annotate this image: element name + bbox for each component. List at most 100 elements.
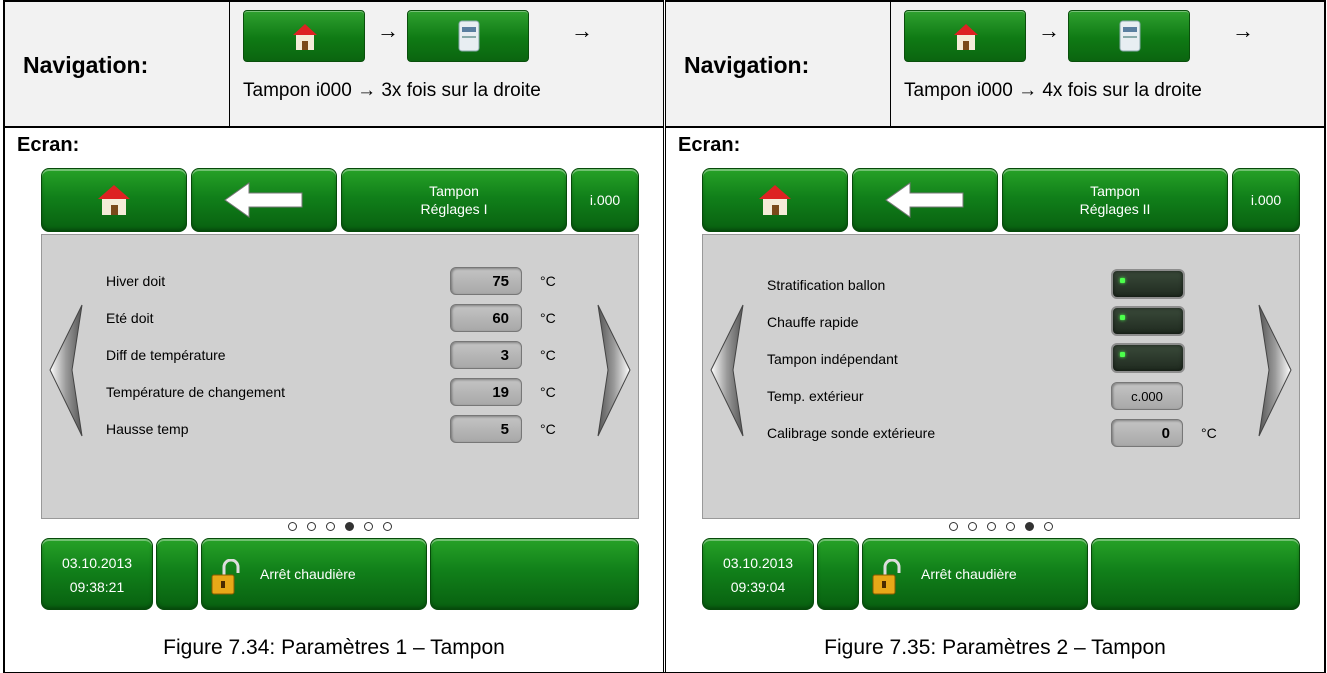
page-dot[interactable] (288, 521, 297, 531)
blank-wide-button[interactable] (430, 538, 639, 610)
setting-unit: °C (540, 347, 556, 363)
time-text: 09:38:21 (69, 579, 125, 595)
navigation-text: Tampon i000 → 3x fois sur la droite (243, 80, 541, 101)
setting-row: Temp. extérieur c.000 (767, 382, 1237, 412)
status-button[interactable]: Arrêt chaudière (201, 538, 427, 610)
setting-value[interactable]: 60 (450, 304, 522, 332)
boiler-nav-button[interactable] (1068, 10, 1190, 62)
toggle-switch[interactable] (1111, 269, 1185, 299)
setting-unit: °C (540, 310, 556, 326)
blank-button[interactable] (156, 538, 198, 610)
setting-unit: °C (1201, 425, 1217, 441)
setting-row: Stratification ballon (767, 269, 1237, 301)
page-dot[interactable] (949, 521, 958, 531)
home-button[interactable] (41, 168, 187, 232)
page-dot[interactable] (383, 521, 392, 531)
navigation-label: Navigation: (5, 2, 230, 128)
setting-label: Hiver doit (106, 273, 166, 289)
unlocked-padlock-icon (872, 559, 901, 595)
setting-label: Chauffe rapide (767, 314, 859, 330)
setting-label: Temp. extérieur (767, 388, 864, 404)
setting-row: Tampon indépendant (767, 343, 1237, 375)
chevron-left-icon[interactable] (707, 303, 747, 438)
ecran-label: Ecran: (678, 134, 741, 156)
setting-value[interactable]: 5 (450, 415, 522, 443)
setting-unit: °C (540, 384, 556, 400)
setting-unit: °C (540, 273, 556, 289)
blank-wide-button[interactable] (1091, 538, 1300, 610)
page-dot[interactable] (987, 521, 996, 531)
navigation-text: Tampon i000 → 4x fois sur la droite (904, 80, 1202, 101)
setting-value[interactable]: 19 (450, 378, 522, 406)
top-bar: Tampon Réglages II i.000 (702, 168, 1300, 234)
boiler-nav-button[interactable] (407, 10, 529, 62)
navigation-row: Navigation: → → Tampon i000 → 4x fois su… (666, 0, 1324, 128)
home-nav-button[interactable] (243, 10, 365, 62)
date-text: 03.10.2013 (61, 555, 133, 571)
chevron-right-icon[interactable] (594, 303, 634, 438)
info-code-button[interactable]: i.000 (1232, 168, 1300, 232)
setting-row: Température de changement 19 °C (106, 378, 576, 408)
setting-label: Tampon indépendant (767, 351, 898, 367)
device-screen: Tampon Réglages I i.000 Hiver doit 75 °C (41, 168, 639, 610)
chevron-left-icon[interactable] (46, 303, 86, 438)
navigation-label: Navigation: (666, 2, 891, 128)
back-button[interactable] (852, 168, 998, 232)
toggle-switch[interactable] (1111, 306, 1185, 336)
page-dot[interactable] (326, 521, 335, 531)
status-text: Arrêt chaudière (921, 566, 1017, 582)
page-dot-active[interactable] (345, 521, 354, 531)
back-button[interactable] (191, 168, 337, 232)
setting-value[interactable]: 75 (450, 267, 522, 295)
setting-unit: °C (540, 421, 556, 437)
house-icon (98, 185, 130, 215)
title-line-2: Réglages II (1079, 201, 1151, 217)
setting-label: Eté doit (106, 310, 154, 326)
page-dot[interactable] (1044, 521, 1053, 531)
boiler-icon (458, 20, 480, 52)
panel-right: Navigation: → → Tampon i000 → 4x fois su… (665, 0, 1326, 673)
page-dot[interactable] (307, 521, 316, 531)
top-bar: Tampon Réglages I i.000 (41, 168, 639, 234)
setting-value[interactable]: 0 (1111, 419, 1183, 447)
home-nav-button[interactable] (904, 10, 1026, 62)
page-dot-active[interactable] (1025, 521, 1034, 531)
figure-caption: Figure 7.34: Paramètres 1 – Tampon (163, 636, 505, 659)
chevron-right-icon[interactable] (1255, 303, 1295, 438)
figure-caption: Figure 7.35: Paramètres 2 – Tampon (824, 636, 1166, 659)
bottom-bar: 03.10.2013 09:38:21 Arrêt chaudière (41, 538, 639, 610)
setting-row: Hausse temp 5 °C (106, 415, 576, 445)
status-button[interactable]: Arrêt chaudière (862, 538, 1088, 610)
settings-panel: Hiver doit 75 °C Eté doit 60 °C Diff de … (41, 234, 639, 519)
led-indicator (1120, 352, 1125, 357)
setting-value[interactable]: 3 (450, 341, 522, 369)
page-indicator (702, 520, 1300, 532)
setting-label: Stratification ballon (767, 277, 886, 293)
ecran-label: Ecran: (17, 134, 80, 156)
page-dot[interactable] (968, 521, 977, 531)
nav-arrow: → (1232, 18, 1254, 43)
datetime-display: 03.10.2013 09:39:04 (702, 538, 814, 610)
settings-panel: Stratification ballon Chauffe rapide Tam… (702, 234, 1300, 519)
led-indicator (1120, 278, 1125, 283)
setting-label: Diff de température (106, 347, 226, 363)
setting-label: Hausse temp (106, 421, 189, 437)
led-indicator (1120, 315, 1125, 320)
house-icon (759, 185, 791, 215)
page-dot[interactable] (364, 521, 373, 531)
info-code-button[interactable]: i.000 (571, 168, 639, 232)
nav-arrow: → (571, 18, 593, 43)
setting-row: Calibrage sonde extérieure 0 °C (767, 419, 1237, 449)
page-indicator (41, 520, 639, 532)
screen-title: Tampon Réglages I (341, 168, 567, 232)
blank-button[interactable] (817, 538, 859, 610)
device-screen: Tampon Réglages II i.000 Stratification b… (702, 168, 1300, 610)
time-text: 09:39:04 (730, 579, 786, 595)
home-button[interactable] (702, 168, 848, 232)
arrow-left-icon (224, 182, 303, 218)
toggle-switch[interactable] (1111, 343, 1185, 373)
arrow-left-icon (885, 182, 964, 218)
page-dot[interactable] (1006, 521, 1015, 531)
panel-left: Navigation: → → Tampon i000 → 3x fois su… (3, 0, 664, 673)
datetime-display: 03.10.2013 09:38:21 (41, 538, 153, 610)
